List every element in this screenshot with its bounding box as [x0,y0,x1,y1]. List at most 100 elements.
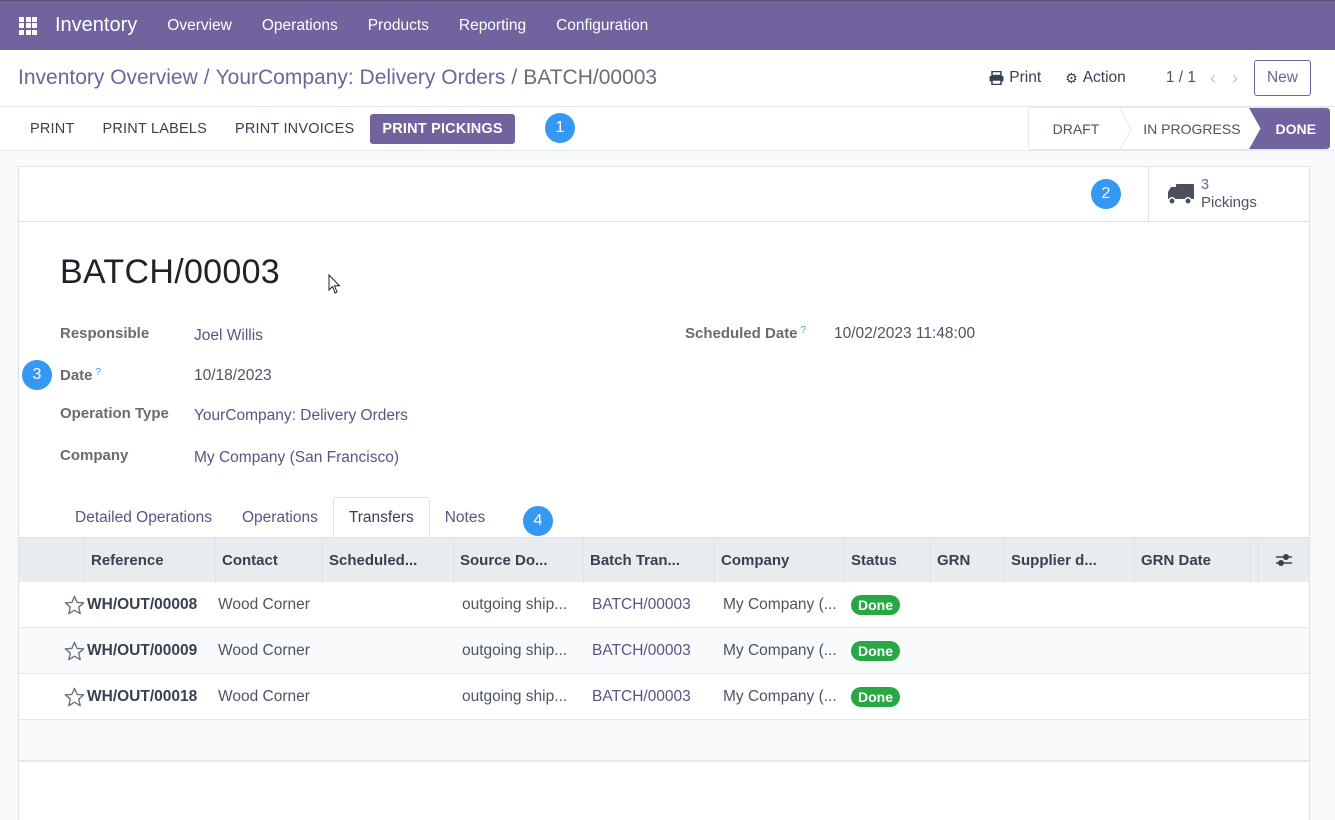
header-supplier[interactable]: Supplier d... [1005,537,1135,583]
table-row[interactable]: WH/OUT/00009 Wood Corner outgoing ship..… [19,628,1309,674]
stage-chevron-divider [1119,107,1134,150]
control-panel: Inventory Overview / YourCompany: Delivery… [0,50,1335,107]
action-button[interactable]: ⚙ Action [1065,69,1126,87]
status-badge: Done [851,640,900,661]
stage-done-label: DONE [1275,120,1316,137]
header-contact[interactable]: Contact [216,537,323,583]
favorite-star-icon[interactable] [19,641,87,661]
print-invoices-button[interactable]: PRINT INVOICES [223,114,366,144]
header-reference[interactable]: Reference [85,537,216,583]
stage-done[interactable]: DONE [1248,107,1330,150]
annotation-badge-4: 4 [523,506,553,536]
status-bar: PRINT PRINT LABELS PRINT INVOICES PRINT … [0,107,1335,151]
cell-contact: Wood Corner [218,595,310,613]
date-field[interactable]: 10/18/2023 [194,367,272,385]
pickings-label: Pickings [1201,194,1257,211]
pager-previous-icon[interactable]: ‹ [1210,68,1216,89]
cell-batch-transfer[interactable]: BATCH/00003 [586,688,717,706]
stage-pipeline: DRAFT IN PROGRESS DONE [1027,107,1330,150]
scheduled-date-label-text: Scheduled Date [685,325,798,342]
operation-type-field[interactable]: YourCompany: Delivery Orders [194,407,408,425]
menu-reporting[interactable]: Reporting [459,17,526,35]
menu-overview[interactable]: Overview [167,17,232,35]
header-grn-date[interactable]: GRN Date [1135,537,1251,583]
cell-source-document: outgoing ship... [462,595,568,613]
header-spacer [1251,537,1259,583]
cell-status: Done [847,594,933,615]
header-select-column [19,537,85,583]
cell-contact: Wood Corner [218,687,310,705]
menu-operations[interactable]: Operations [262,17,338,35]
print-pickings-button[interactable]: PRINT PICKINGS [370,113,515,144]
favorite-star-icon[interactable] [19,687,87,707]
breadcrumb: Inventory Overview / YourCompany: Delivery… [18,66,657,90]
stage-draft[interactable]: DRAFT [1027,107,1120,150]
scheduled-date-field[interactable]: 10/02/2023 11:48:00 [834,325,975,343]
tab-notes[interactable]: Notes [430,498,501,538]
top-navbar: Inventory Overview Operations Products R… [0,0,1335,50]
status-badge: Done [851,686,900,707]
cell-company: My Company (... [723,641,837,659]
table-header: Reference Contact Scheduled... Source Do… [19,537,1309,583]
cell-batch-transfer[interactable]: BATCH/00003 [586,642,717,660]
header-batch-transfer[interactable]: Batch Tran... [584,537,715,583]
responsible-label: Responsible [60,325,150,342]
breadcrumb-inventory-overview[interactable]: Inventory Overview [18,66,198,89]
pager-value[interactable]: 1 / 1 [1166,69,1196,87]
annotation-badge-3: 3 [22,360,52,390]
header-source-document[interactable]: Source Do... [454,537,584,583]
cell-source-document: outgoing ship... [462,641,568,659]
print-button[interactable]: Print [989,69,1041,87]
tab-transfers[interactable]: Transfers [332,497,430,538]
responsible-field[interactable]: Joel Willis [194,327,263,345]
pager-next-icon[interactable]: › [1232,68,1238,89]
pickings-smart-button[interactable]: 3 Pickings [1148,167,1309,221]
favorite-star-icon[interactable] [19,595,87,615]
cell-company: My Company (... [723,687,837,705]
operation-type-label: Operation Type [60,405,169,422]
date-help-icon[interactable]: ? [96,367,102,378]
print-label: Print [1009,69,1042,86]
print-action-button[interactable]: PRINT [18,114,87,144]
cell-reference: WH/OUT/00008 [87,595,198,613]
cell-company: My Company (... [723,595,837,613]
cell-contact: Wood Corner [218,641,310,659]
table-row[interactable]: WH/OUT/00008 Wood Corner outgoing ship..… [19,582,1309,628]
printer-icon [989,71,1004,85]
new-button[interactable]: New [1253,60,1311,96]
transfers-table: Reference Contact Scheduled... Source Do… [19,537,1309,762]
print-labels-button[interactable]: PRINT LABELS [91,114,219,144]
column-settings-icon [1276,554,1292,566]
app-brand[interactable]: Inventory [55,14,137,37]
stage-in-progress[interactable]: IN PROGRESS [1133,107,1261,150]
header-grn[interactable]: GRN [931,537,1005,583]
menu-products[interactable]: Products [368,17,429,35]
cell-status: Done [847,640,933,661]
pickings-count: 3 [1201,177,1210,193]
header-company[interactable]: Company [715,537,845,583]
apps-grid-icon[interactable] [19,16,37,35]
stage-in-progress-label: IN PROGRESS [1143,120,1241,137]
status-badge: Done [851,594,900,615]
menu-configuration[interactable]: Configuration [556,17,648,35]
tab-operations[interactable]: Operations [227,498,333,538]
cell-batch-transfer[interactable]: BATCH/00003 [586,596,717,614]
company-field[interactable]: My Company (San Francisco) [194,449,399,467]
cell-source-document: outgoing ship... [462,687,568,705]
truck-icon [1168,184,1194,205]
annotation-badge-2: 2 [1091,179,1121,209]
header-status[interactable]: Status [845,537,931,583]
optional-columns-toggle[interactable] [1259,538,1309,583]
table-row[interactable]: WH/OUT/00018 Wood Corner outgoing ship..… [19,674,1309,720]
header-scheduled[interactable]: Scheduled... [323,537,454,583]
date-label-text: Date [60,367,93,384]
action-label: Action [1082,69,1126,86]
scheduled-date-help-icon[interactable]: ? [801,325,807,336]
breadcrumb-delivery-orders[interactable]: YourCompany: Delivery Orders [216,66,506,89]
smart-button-box: 2 3 Pickings [19,167,1309,222]
record-title: BATCH/00003 [60,253,281,291]
annotation-badge-1: 1 [545,113,575,143]
stage-draft-label: DRAFT [1052,120,1100,137]
cell-reference: WH/OUT/00018 [87,687,198,705]
tab-detailed-operations[interactable]: Detailed Operations [60,498,227,538]
